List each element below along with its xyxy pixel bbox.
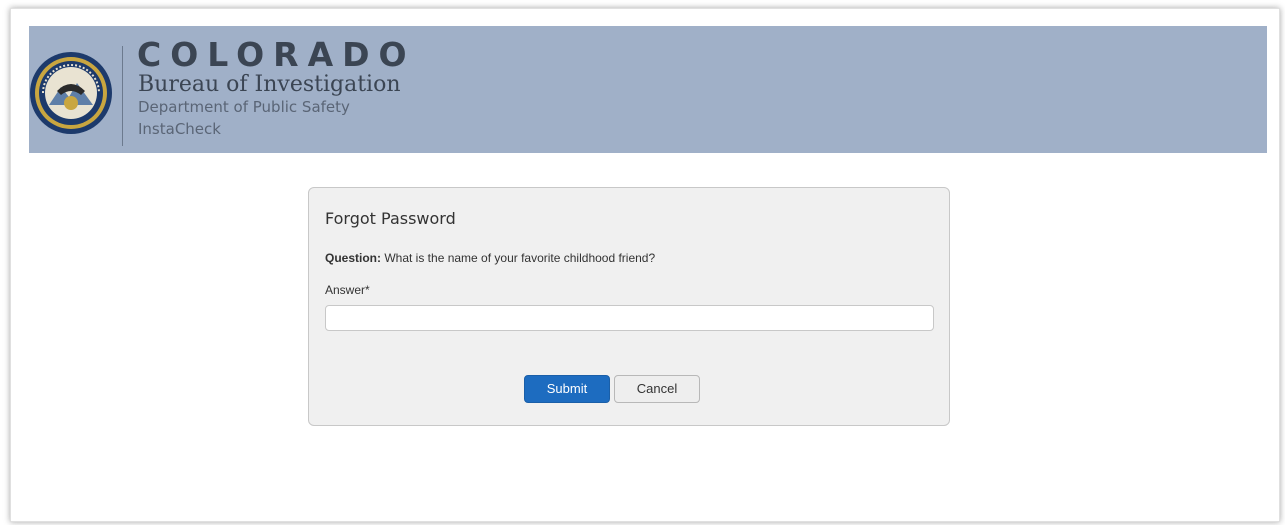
- page-frame: COLORADO Bureau of Investigation Departm…: [10, 8, 1280, 522]
- brand-subtitle: Bureau of Investigation: [138, 72, 401, 97]
- submit-button[interactable]: Submit: [524, 375, 610, 403]
- question-text: What is the name of your favorite childh…: [384, 251, 656, 265]
- cancel-button[interactable]: Cancel: [614, 375, 700, 403]
- forgot-password-panel: Forgot Password Question: What is the na…: [308, 187, 950, 426]
- answer-label: Answer*: [325, 283, 370, 297]
- answer-input[interactable]: [325, 305, 934, 331]
- site-header: COLORADO Bureau of Investigation Departm…: [29, 26, 1267, 153]
- brand-app-name: InstaCheck: [138, 120, 221, 138]
- cbi-seal-icon: [29, 51, 113, 135]
- header-divider: [122, 46, 123, 146]
- panel-title: Forgot Password: [325, 209, 456, 228]
- security-question: Question: What is the name of your favor…: [325, 251, 655, 265]
- question-label: Question:: [325, 251, 381, 265]
- brand-department: Department of Public Safety: [138, 98, 350, 116]
- brand-title: COLORADO: [137, 35, 416, 74]
